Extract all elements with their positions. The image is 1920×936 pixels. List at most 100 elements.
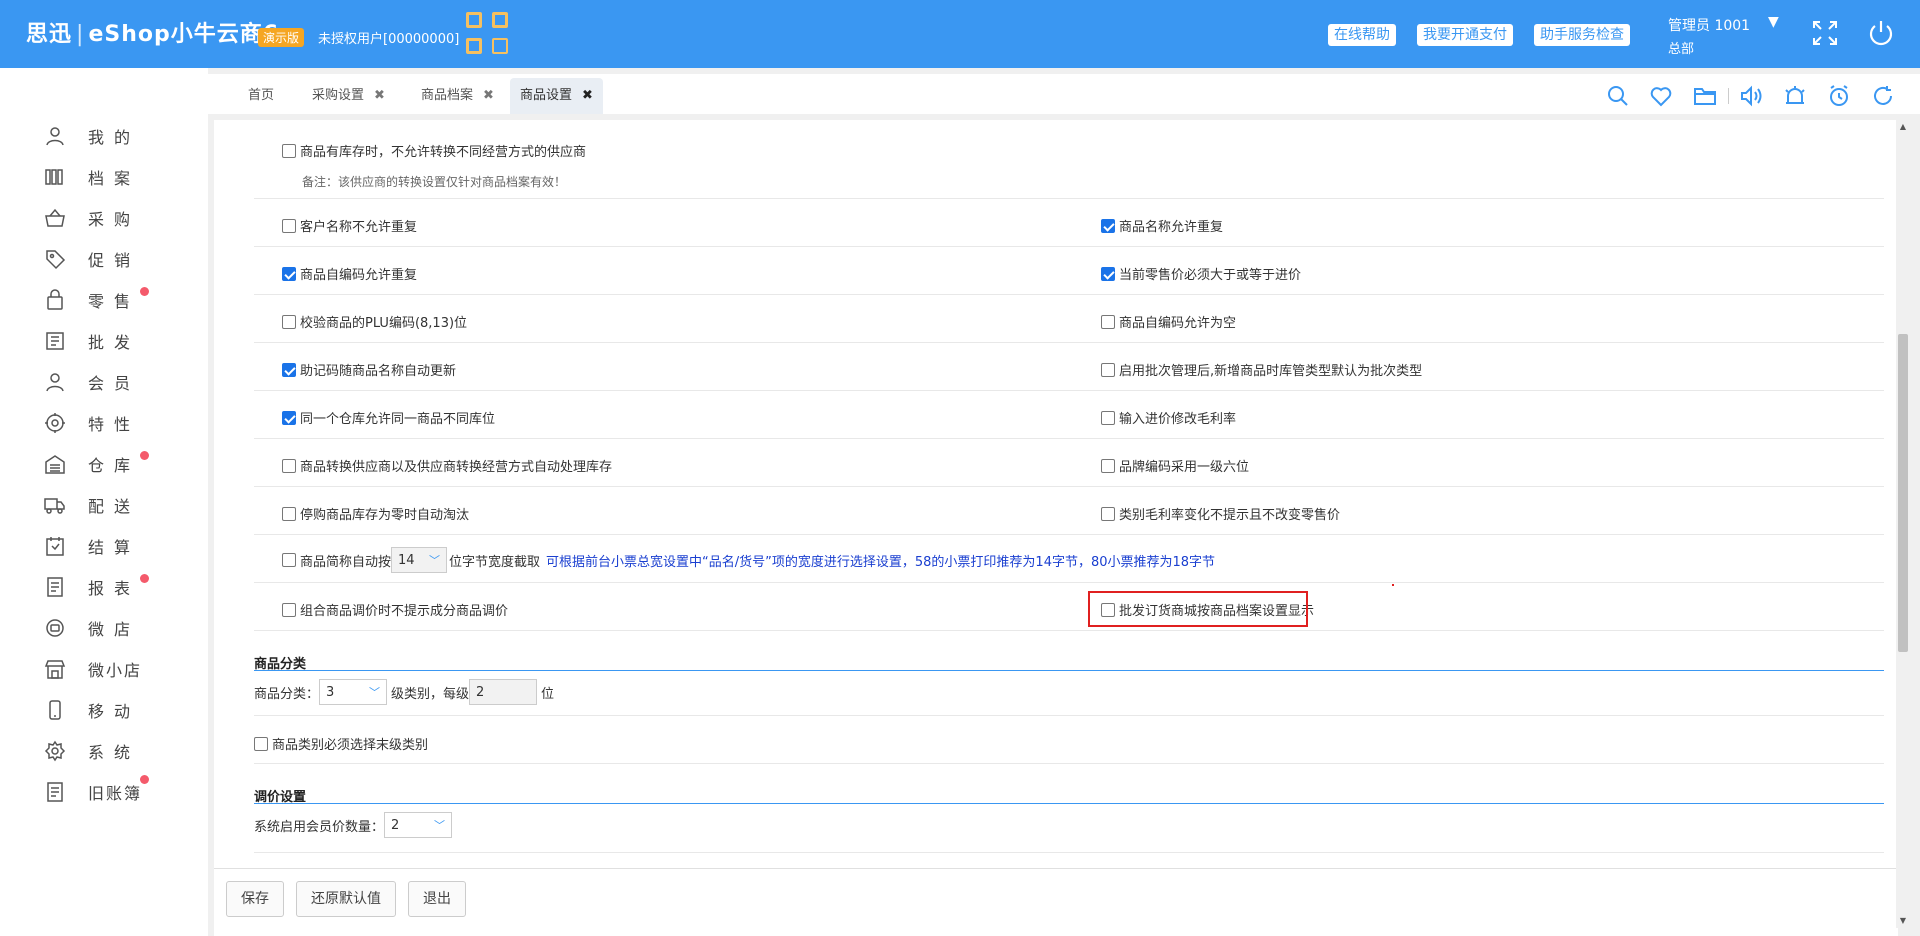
close-icon[interactable]: ✖ [374,88,385,103]
option-combo-price-silent[interactable]: 组合商品调价时不提示成分商品调价 [282,600,508,619]
checkbox-checked[interactable] [1101,218,1115,233]
checkbox[interactable] [282,602,296,617]
checkbox[interactable] [1101,458,1115,473]
sidebar-item-wholesale[interactable]: 批发 [44,326,164,356]
user-name[interactable]: 管理员 1001 [1668,15,1750,35]
checkbox-checked[interactable] [1101,266,1115,281]
sidebar-item-label: 档案 [88,169,141,188]
sidebar-item-label: 特性 [88,415,141,434]
scroll-thumb[interactable] [1898,334,1908,652]
checkbox[interactable] [1101,506,1115,521]
fullscreen-icon[interactable] [1810,18,1840,48]
user-dropdown-icon[interactable]: ▼ [1768,14,1779,30]
heart-icon[interactable] [1649,84,1673,108]
option-auto-eliminate[interactable]: 停购商品库存为零时自动淘汰 [282,504,469,523]
toolbar-divider [1728,88,1729,104]
folder-icon[interactable] [1693,84,1717,108]
checkbox[interactable] [1101,410,1115,425]
tab-product-settings[interactable]: 商品设置 ✖ [510,78,603,114]
option-batch-default-type[interactable]: 启用批次管理后,新增商品时库管类型默认为批次类型 [1101,360,1422,379]
scroll-up-icon[interactable]: ▲ [1898,122,1908,132]
restore-defaults-button[interactable]: 还原默认值 [296,881,396,917]
sidebar-item-label: 旧账簿 [88,784,143,803]
option-brand-code-six[interactable]: 品牌编码采用一级六位 [1101,456,1249,475]
option-multi-location[interactable]: 同一个仓库允许同一商品不同库位 [282,408,495,427]
close-icon[interactable]: ✖ [483,88,494,103]
sidebar-item-report[interactable]: 报表 [44,572,164,602]
shop-icon [44,660,66,679]
sidebar-item-settlement[interactable]: 结算 [44,531,164,561]
sidebar-item-label: 仓库 [88,456,141,475]
sidebar-item-old-ledger[interactable]: 旧账簿 [44,775,164,807]
option-category-margin-silent[interactable]: 类别毛利率变化不提示且不改变零售价 [1101,504,1340,523]
sidebar-item-member[interactable]: 会员 [44,367,164,397]
qrcode-icon[interactable] [466,12,508,54]
option-mnemonic-auto-update[interactable]: 助记码随商品名称自动更新 [282,360,456,379]
sidebar-item-warehouse[interactable]: 仓库 [44,449,164,479]
option-customer-name-unique[interactable]: 客户名称不允许重复 [282,216,417,235]
sidebar-item-delivery[interactable]: 配送 [44,490,164,520]
sidebar-item-label: 促销 [88,251,141,270]
checkbox[interactable] [282,458,296,473]
checkbox-checked[interactable] [282,410,296,425]
checkbox-checked[interactable] [282,362,296,377]
power-icon[interactable] [1866,18,1896,48]
option-cost-modify-margin[interactable]: 输入进价修改毛利率 [1101,408,1236,427]
truck-icon [44,498,65,514]
option-self-code-empty[interactable]: 商品自编码允许为空 [1101,312,1236,331]
tag-icon [46,250,66,270]
sidebar-item-mobile[interactable]: 移动 [44,695,164,725]
abbrev-width-select[interactable]: 14 ﹀ [391,547,448,573]
assistant-check-button[interactable]: 助手服务检查 [1534,24,1630,46]
sidebar-item-label: 结算 [88,538,141,557]
sidebar-item-label: 系统 [88,743,141,762]
option-retail-gte-cost[interactable]: 当前零售价必须大于或等于进价 [1101,264,1301,283]
archive-icon [45,169,63,185]
option-product-name-duplicate[interactable]: 商品名称允许重复 [1101,216,1223,235]
sidebar-item-purchase[interactable]: 采购 [44,203,164,233]
checkbox[interactable] [282,506,296,521]
wholesale-icon [46,332,64,350]
sidebar-item-retail[interactable]: 零售 [44,285,164,315]
checkbox-checked[interactable] [282,266,296,281]
sidebar-item-system[interactable]: 系统 [44,736,164,766]
checkbox[interactable] [282,553,296,567]
search-icon[interactable] [1606,84,1630,108]
save-button[interactable]: 保存 [226,881,284,917]
checkbox[interactable] [1101,314,1115,329]
speaker-icon[interactable] [1739,84,1763,108]
microstore-icon [46,619,64,637]
close-icon[interactable]: ✖ [582,88,593,103]
online-help-button[interactable]: 在线帮助 [1328,24,1396,46]
refresh-icon[interactable] [1871,84,1895,108]
option-self-code-duplicate[interactable]: 商品自编码允许重复 [282,264,417,283]
sidebar-item-label: 移动 [88,702,141,721]
section-divider [254,803,1884,804]
option-auto-handle-stock[interactable]: 商品转换供应商以及供应商转换经营方式自动处理库存 [282,456,612,475]
top-header: 思迅 | eShop小牛云商6 演示版 未授权用户[00000000] 在线帮助 我… [0,0,1920,68]
open-payment-button[interactable]: 我要开通支付 [1417,24,1513,46]
scrollbar[interactable]: ▲ ▼ [1896,120,1910,928]
option-abbrev-truncate[interactable]: 商品简称自动按 14 ﹀ 位字节宽度截取 可根据前台小票总宽设置中“品名/货号”项… [282,547,1215,573]
sidebar-item-mini-shop[interactable]: 微小店 [44,654,164,684]
option-plu-validate[interactable]: 校验商品的PLU编码(8,13)位 [282,312,467,331]
sidebar-item-label: 零售 [88,292,141,311]
tab-home[interactable]: 首页 [238,78,284,114]
tab-purchase-settings[interactable]: 采购设置 ✖ [302,78,395,114]
sidebar-item-label: 微小店 [88,661,143,680]
sidebar-item-microstore[interactable]: 微店 [44,613,164,643]
alarm-icon[interactable] [1783,84,1807,108]
checkbox[interactable] [282,314,296,329]
sidebar-item-archive[interactable]: 档案 [44,162,164,192]
sidebar-item-mine[interactable]: 我的 [44,121,164,151]
sidebar-item-promotion[interactable]: 促销 [44,244,164,274]
checkbox[interactable] [282,218,296,233]
tab-product-archive[interactable]: 商品档案 ✖ [411,78,504,114]
exit-button[interactable]: 退出 [408,881,466,917]
checkbox[interactable] [1101,362,1115,377]
clock-icon[interactable] [1827,84,1851,108]
sidebar-item-feature[interactable]: 特性 [44,408,164,438]
gear-icon [44,740,66,762]
user-org: 总部 [1668,42,1695,57]
scroll-down-icon[interactable]: ▼ [1898,916,1908,926]
